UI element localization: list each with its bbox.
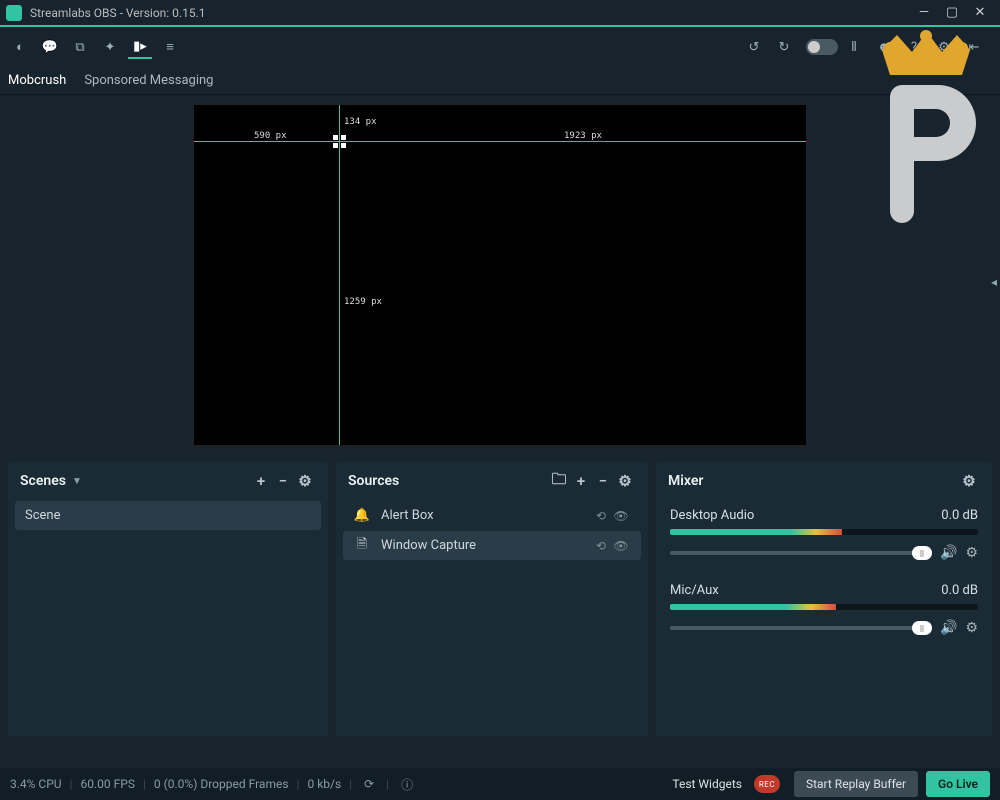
gear-icon[interactable]: ⚙ xyxy=(932,35,956,59)
source-remove-button[interactable]: − xyxy=(592,470,614,492)
mixer-channel-db: 0.0 dB xyxy=(941,583,978,598)
status-refresh-icon[interactable]: ⟳ xyxy=(364,777,374,791)
mixer-channel: Mic/Aux 0.0 dB || 🔊 ⚙ xyxy=(660,575,988,650)
panel-sources-title: Sources xyxy=(348,473,399,489)
bell-icon: 🔔 xyxy=(353,508,371,523)
source-label: Window Capture xyxy=(381,538,476,553)
record-button[interactable]: REC xyxy=(754,775,780,793)
scene-remove-button[interactable]: − xyxy=(272,470,294,492)
start-replay-button[interactable]: Start Replay Buffer xyxy=(794,771,918,797)
dim-left: 590 px xyxy=(254,131,287,141)
scene-row[interactable]: Scene xyxy=(15,501,321,530)
guide-vertical xyxy=(339,105,340,445)
scene-add-button[interactable]: + xyxy=(250,470,272,492)
panel-scenes: Scenes ▼ + − ⚙ Scene xyxy=(8,462,328,736)
status-fps: 60.00 FPS xyxy=(81,777,135,791)
help-icon[interactable]: ? xyxy=(902,35,926,59)
dim-top: 134 px xyxy=(344,117,377,127)
source-label: Alert Box xyxy=(381,508,434,523)
toolbar: ◐ 💬 ⧉ ✦ ▮▸ ≡ ↺ ↻ ⦀ ☻ ? ⚙ ⇤ xyxy=(0,27,1000,67)
tab-sponsored[interactable]: Sponsored Messaging xyxy=(84,73,213,88)
editor-icon[interactable]: ▮▸ xyxy=(128,35,152,59)
chevron-down-icon[interactable]: ▼ xyxy=(72,476,82,487)
mixer-meter xyxy=(670,529,978,535)
source-add-button[interactable]: + xyxy=(570,470,592,492)
source-row[interactable]: 🔔 Alert Box ⟲👁 xyxy=(343,501,641,530)
mixer-settings-button[interactable]: ⚙ xyxy=(958,470,980,492)
mixer-channel-db: 0.0 dB xyxy=(941,508,978,523)
slider-thumb[interactable]: || xyxy=(912,546,932,560)
status-cpu: 3.4% CPU xyxy=(10,777,62,791)
panels-row: Scenes ▼ + − ⚙ Scene Sources 🗀 + − ⚙ 🔔 Al… xyxy=(0,454,1000,744)
minimize-button[interactable]: — xyxy=(910,3,938,23)
close-button[interactable]: ✕ xyxy=(966,3,994,23)
mixer-volume-slider[interactable]: || xyxy=(670,626,932,630)
selection-handle[interactable] xyxy=(333,135,346,148)
source-row[interactable]: 🗎 Window Capture ⟲👁 xyxy=(343,531,641,560)
panel-scenes-title: Scenes xyxy=(20,473,66,489)
mixer-channel-name: Desktop Audio xyxy=(670,508,754,523)
status-bitrate: 0 kb/s xyxy=(307,777,341,791)
mask-icon[interactable]: ☻ xyxy=(872,35,896,59)
slider-thumb[interactable]: || xyxy=(912,621,932,635)
speaker-icon[interactable]: 🔊 xyxy=(940,545,957,561)
guide-horizontal xyxy=(194,141,806,142)
tab-mobcrush[interactable]: Mobcrush xyxy=(8,73,66,88)
source-visibility-icon[interactable]: 👁 xyxy=(611,509,631,523)
status-bar: 3.4% CPU| 60.00 FPS| 0 (0.0%) Dropped Fr… xyxy=(0,768,1000,800)
scene-label: Scene xyxy=(25,508,61,523)
list-icon[interactable]: ≡ xyxy=(158,35,182,59)
panel-mixer-title: Mixer xyxy=(668,473,703,489)
scene-settings-button[interactable]: ⚙ xyxy=(294,470,316,492)
sliders-icon[interactable]: ⦀ xyxy=(842,35,866,59)
chat-icon[interactable]: 💬 xyxy=(38,35,62,59)
store-icon[interactable]: ⧉ xyxy=(68,35,92,59)
status-dropped: 0 (0.0%) Dropped Frames xyxy=(154,777,289,791)
logout-icon[interactable]: ⇤ xyxy=(962,35,986,59)
undo-icon[interactable]: ↺ xyxy=(742,35,766,59)
maximize-button[interactable]: ▢ xyxy=(938,3,966,23)
source-folder-button[interactable]: 🗀 xyxy=(548,470,570,492)
mixer-volume-slider[interactable]: || xyxy=(670,551,932,555)
go-live-button[interactable]: Go Live xyxy=(926,771,990,797)
mixer-channel-settings-icon[interactable]: ⚙ xyxy=(965,545,978,561)
dim-right: 1923 px xyxy=(564,131,602,141)
titlebar: Streamlabs OBS - Version: 0.15.1 — ▢ ✕ xyxy=(0,0,1000,25)
source-visibility-icon[interactable]: 👁 xyxy=(611,539,631,553)
preview-area: 590 px 134 px 1923 px 1259 px ◂ xyxy=(0,95,1000,454)
panel-sources: Sources 🗀 + − ⚙ 🔔Alert Box⟲👁🗎Window Capt… xyxy=(336,462,648,736)
subtabs: Mobcrush Sponsored Messaging xyxy=(0,67,1000,95)
source-lock-icon[interactable]: ⟲ xyxy=(591,509,611,523)
mixer-channel-settings-icon[interactable]: ⚙ xyxy=(965,620,978,636)
globe-icon[interactable]: ◐ xyxy=(8,35,32,59)
file-icon: 🗎 xyxy=(353,535,371,557)
panel-mixer: Mixer ⚙ Desktop Audio 0.0 dB || 🔊 ⚙ Mic/Aux 0.… xyxy=(656,462,992,736)
mixer-channel: Desktop Audio 0.0 dB || 🔊 ⚙ xyxy=(660,500,988,575)
magic-icon[interactable]: ✦ xyxy=(98,35,122,59)
window-title: Streamlabs OBS - Version: 0.15.1 xyxy=(30,6,205,20)
mixer-meter xyxy=(670,604,978,610)
mode-toggle[interactable] xyxy=(806,39,838,55)
dim-bottom: 1259 px xyxy=(344,297,382,307)
preview-canvas[interactable]: 590 px 134 px 1923 px 1259 px xyxy=(193,104,807,446)
collapse-preview-icon[interactable]: ◂ xyxy=(991,275,997,289)
source-settings-button[interactable]: ⚙ xyxy=(614,470,636,492)
mixer-channel-name: Mic/Aux xyxy=(670,583,719,598)
status-info-icon[interactable]: ⓘ xyxy=(401,776,413,793)
test-widgets-link[interactable]: Test Widgets xyxy=(672,777,742,791)
source-lock-icon[interactable]: ⟲ xyxy=(591,539,611,553)
app-logo xyxy=(6,5,22,21)
redo-icon[interactable]: ↻ xyxy=(772,35,796,59)
speaker-icon[interactable]: 🔊 xyxy=(940,620,957,636)
